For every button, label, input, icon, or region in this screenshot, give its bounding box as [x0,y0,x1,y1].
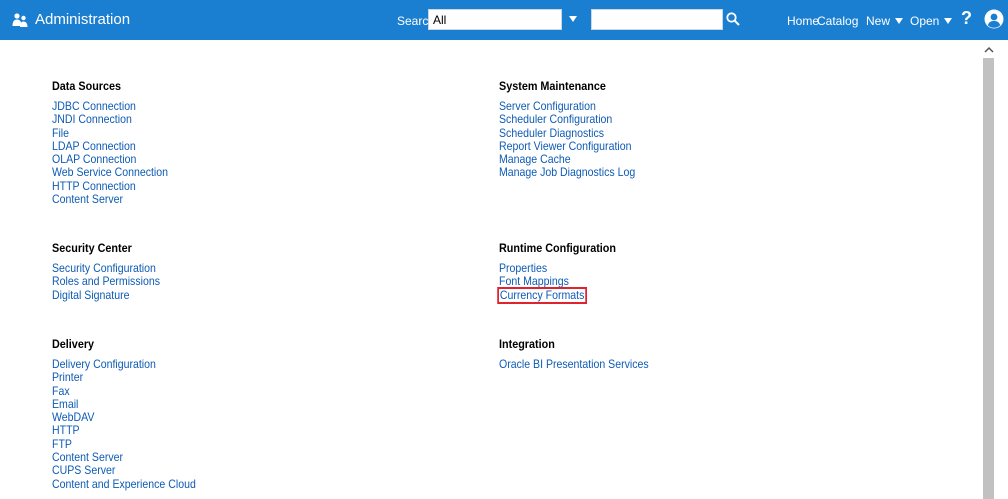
link-http-connection[interactable]: HTTP Connection [52,179,386,193]
section-delivery: Delivery Delivery Configuration Printer … [52,338,432,491]
admin-users-icon [12,13,28,27]
nav-catalog-link[interactable]: Catalog [817,14,858,28]
link-content-server[interactable]: Content Server [52,192,386,206]
section-data-sources: Data Sources JDBC Connection JNDI Connec… [52,80,432,206]
section-title: System Maintenance [499,79,606,93]
link-roles-and-permissions[interactable]: Roles and Permissions [52,274,386,288]
section-title: Data Sources [52,79,122,93]
user-avatar-icon[interactable] [984,9,1004,29]
link-delivery-configuration[interactable]: Delivery Configuration [52,357,386,371]
link-digital-signature[interactable]: Digital Signature [52,288,386,302]
nav-home-link[interactable]: Home [787,14,819,28]
link-olap-connection[interactable]: OLAP Connection [52,152,386,166]
search-input[interactable] [591,9,723,30]
search-icon[interactable] [725,11,741,27]
link-printer[interactable]: Printer [52,370,386,384]
link-content-server[interactable]: Content Server [52,450,386,464]
section-integration: Integration Oracle BI Presentation Servi… [499,338,879,371]
scrollbar-thumb[interactable] [983,58,994,499]
link-server-configuration[interactable]: Server Configuration [499,99,833,113]
link-scheduler-configuration[interactable]: Scheduler Configuration [499,112,833,126]
link-list: Oracle BI Presentation Services [499,357,879,371]
link-jdbc-connection[interactable]: JDBC Connection [52,99,386,113]
link-jndi-connection[interactable]: JNDI Connection [52,112,386,126]
section-title: Delivery [52,337,95,351]
link-http[interactable]: HTTP [52,424,386,438]
nav-new-label: New [866,14,891,28]
app-title: Administration [35,11,131,28]
caret-down-icon[interactable] [566,13,580,25]
section-title: Security Center [52,241,132,255]
scroll-up-arrow-icon[interactable] [984,46,994,54]
nav-open-menu[interactable]: Open [910,14,953,28]
link-cups-server[interactable]: CUPS Server [52,464,386,478]
search-scope-select[interactable]: All [428,9,562,30]
section-runtime-configuration: Runtime Configuration Properties Font Ma… [497,241,879,304]
link-content-and-experience-cloud[interactable]: Content and Experience Cloud [52,477,386,491]
section-security-center: Security Center Security Configuration R… [52,242,432,302]
link-properties[interactable]: Properties [499,261,833,275]
link-list: Delivery Configuration Printer Fax Email… [52,357,432,491]
link-ldap-connection[interactable]: LDAP Connection [52,139,386,153]
link-fax[interactable]: Fax [52,384,386,398]
link-list: Security Configuration Roles and Permiss… [52,261,432,302]
link-oracle-bi-presentation-services[interactable]: Oracle BI Presentation Services [499,357,833,371]
link-list: Server Configuration Scheduler Configura… [499,99,879,180]
link-report-viewer-configuration[interactable]: Report Viewer Configuration [499,139,833,153]
link-web-service-connection[interactable]: Web Service Connection [52,166,386,180]
top-bar: Administration Search All Home Catalog N… [0,0,1008,40]
link-webdav[interactable]: WebDAV [52,410,386,424]
help-icon[interactable]: ? [961,8,972,29]
nav-open-label: Open [910,14,940,28]
link-security-configuration[interactable]: Security Configuration [52,261,386,275]
caret-down-icon [895,18,904,24]
link-manage-cache[interactable]: Manage Cache [499,152,833,166]
link-currency-formats-wrapper: Currency Formats [497,286,833,304]
nav-new-menu[interactable]: New [866,14,904,28]
section-title: Runtime Configuration [499,241,616,255]
section-system-maintenance: System Maintenance Server Configuration … [499,80,879,180]
link-email[interactable]: Email [52,397,386,411]
link-currency-formats[interactable]: Currency Formats [497,286,588,304]
caret-down-icon [944,18,953,24]
link-list: Properties Font Mappings Currency Format… [497,261,879,304]
link-manage-job-diagnostics-log[interactable]: Manage Job Diagnostics Log [499,166,833,180]
link-ftp[interactable]: FTP [52,437,386,451]
link-list: JDBC Connection JNDI Connection File LDA… [52,99,432,206]
section-title: Integration [499,337,555,351]
link-font-mappings[interactable]: Font Mappings [499,274,833,288]
link-file[interactable]: File [52,126,386,140]
link-scheduler-diagnostics[interactable]: Scheduler Diagnostics [499,126,833,140]
